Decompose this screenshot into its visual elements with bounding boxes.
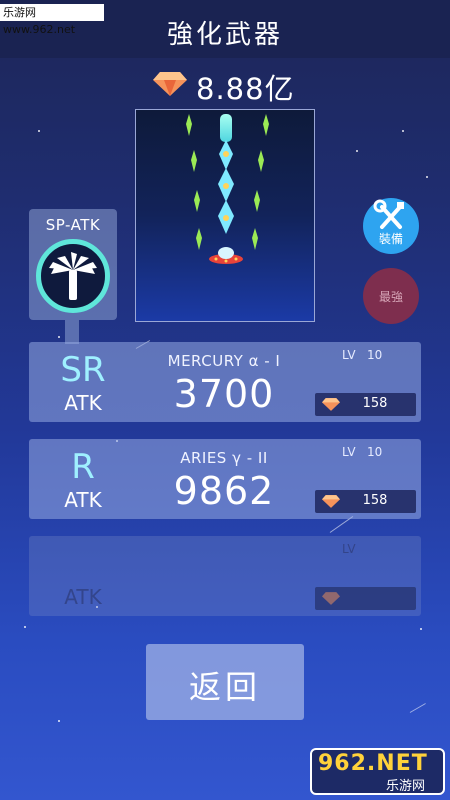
weapon-preview [135,109,315,322]
back-button[interactable]: 返回 [146,644,304,720]
strongest-button[interactable]: 最強 [363,268,419,324]
level-label: LV [342,445,356,459]
palm-tree-icon [49,252,97,300]
weapon-preview-graphic [186,114,269,264]
gem-icon [322,398,340,411]
weapon-name: ARIES γ - II [180,449,268,467]
gem-icon [322,495,340,508]
sp-atk-emblem [36,239,110,313]
weapon-card-aries[interactable]: R ATK ARIES γ - II 9862 LV 10 158 [29,439,421,519]
weapon-type: ATK [64,391,102,415]
weapon-card-locked: ATK LV [29,536,421,616]
shooting-star [409,703,426,713]
star [58,336,60,338]
weapon-value: 3700 [173,372,275,416]
back-label: 返回 [188,668,261,706]
star [420,628,422,630]
site-logo-sub: 乐游网 [386,779,426,794]
site-logo-main: 962.NET [318,751,428,776]
sp-atk-card[interactable]: SP-ATK [29,209,117,320]
star [58,720,60,722]
weapon-type: ATK [64,585,102,609]
star [402,130,404,132]
watermark-text: 乐游网 www.962.net [0,4,104,36]
weapon-level: LV 10 [342,348,382,362]
gem-icon [153,72,187,96]
weapon-value: 9862 [173,469,275,513]
level-label: LV [342,542,356,556]
equip-label: 裝備 [378,232,403,246]
upgrade-cost-button[interactable]: 158 [315,393,416,416]
upgrade-cost: 158 [362,493,388,508]
star [356,150,358,152]
currency-display: 8.88亿 [0,64,450,106]
weapon-level: LV [342,542,356,556]
weapon-card-mercury[interactable]: SR ATK MERCURY α - I 3700 LV 10 158 [29,342,421,422]
star [38,130,40,132]
level-value: 10 [367,445,383,459]
wrench-screwdriver-icon [373,199,404,229]
weapon-type: ATK [64,488,102,512]
weapon-level: LV 10 [342,445,382,459]
weapon-rank: SR [60,350,106,390]
weapon-rank: R [71,447,95,487]
sp-atk-title: SP-ATK [45,216,101,234]
upgrade-cost-button[interactable]: 158 [315,490,416,513]
level-label: LV [342,348,356,362]
gem-icon [322,592,340,605]
sp-atk-connector [65,320,79,344]
weapon-name: MERCURY α - I [167,352,281,370]
star [426,176,428,178]
level-value: 10 [367,348,383,362]
upgrade-cost: 158 [362,396,388,411]
star [24,626,26,628]
equip-button[interactable]: 裝備 [363,198,419,254]
strongest-label: 最強 [378,290,403,304]
gem-amount: 8.88亿 [196,72,295,106]
site-logo: 962.NET 乐游网 [310,748,445,795]
upgrade-cost-button [315,587,416,610]
